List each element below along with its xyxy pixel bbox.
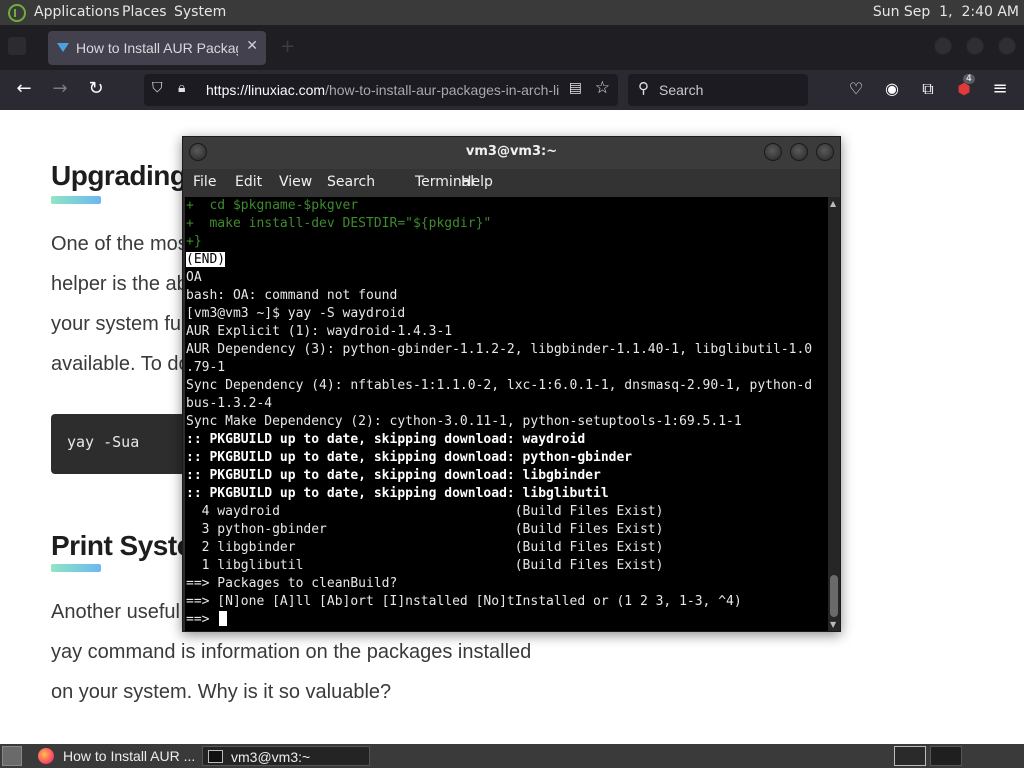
- forward-arrow-icon[interactable]: →: [48, 78, 72, 100]
- menu-search[interactable]: Search: [327, 174, 375, 190]
- tab-list-icon[interactable]: [8, 37, 26, 55]
- terminal-menu-bar: File Edit View Search Terminal Help: [183, 169, 840, 197]
- clock[interactable]: Sun Sep 1, 2:40 AM: [873, 4, 1019, 20]
- tab-title: How to Install AUR Packages in Arch Linu…: [76, 40, 238, 56]
- menu-file[interactable]: File: [193, 174, 216, 190]
- close-window-button[interactable]: [998, 37, 1016, 55]
- bottom-panel: How to Install AUR ... vm3@vm3:~: [0, 744, 1024, 768]
- places-menu[interactable]: Places: [122, 4, 167, 20]
- search-icon: ⚲: [638, 80, 649, 97]
- ublock-badge: 4: [963, 74, 975, 84]
- terminal-window[interactable]: vm3@vm3:~ File Edit View Search Terminal…: [182, 136, 841, 632]
- terminal-line: bus-1.3.2-4: [186, 396, 273, 411]
- account-icon[interactable]: ◉: [880, 78, 904, 100]
- terminal-line: OA: [186, 270, 202, 285]
- code-text[interactable]: yay -Sua: [67, 433, 139, 451]
- new-tab-icon[interactable]: +: [280, 36, 295, 57]
- terminal-line: :: PKGBUILD up to date, skipping downloa…: [186, 486, 609, 501]
- distro-logo-icon[interactable]: [8, 4, 26, 22]
- terminal-line: ==> [N]one [A]ll [Ab]ort [I]nstalled [No…: [186, 594, 742, 609]
- show-desktop-button[interactable]: [2, 746, 22, 766]
- maximize-window-button[interactable]: [966, 37, 984, 55]
- terminal-line: :: PKGBUILD up to date, skipping downloa…: [186, 450, 633, 465]
- lock-icon[interactable]: 🔒︎: [178, 80, 185, 96]
- terminal-title-bar[interactable]: vm3@vm3:~: [183, 137, 840, 169]
- terminal-line: 2 libgbinder (Build Files Exist): [186, 540, 664, 555]
- terminal-line: (END): [186, 252, 226, 267]
- terminal-window-menu-button[interactable]: [189, 143, 207, 161]
- system-menu[interactable]: System: [174, 4, 226, 20]
- browser-tab-bar: How to Install AUR Packages in Arch Linu…: [0, 25, 1024, 70]
- back-arrow-icon[interactable]: ←: [12, 78, 36, 100]
- terminal-output[interactable]: + cd $pkgname-$pkgver + make install-dev …: [185, 197, 828, 631]
- terminal-line: AUR Dependency (3): python-gbinder-1.1.2…: [186, 342, 813, 357]
- browser-nav-bar: ← → ↻ ⛉ 🔒︎ https://linuxiac.com/how-to-i…: [0, 70, 1024, 110]
- taskbar-terminal-label: vm3@vm3:~: [231, 749, 311, 765]
- terminal-line: Sync Dependency (4): nftables-1:1.1.0-2,…: [186, 378, 813, 393]
- terminal-minimize-button[interactable]: [764, 143, 782, 161]
- workspace-switcher-2[interactable]: [930, 746, 962, 766]
- terminal-line: Sync Make Dependency (2): cython-3.0.11-…: [186, 414, 742, 429]
- taskbar-terminal[interactable]: vm3@vm3:~: [202, 746, 370, 766]
- url-bar[interactable]: ⛉ 🔒︎ https://linuxiac.com/how-to-install…: [144, 74, 618, 106]
- taskbar-firefox-label: How to Install AUR ...: [63, 748, 196, 764]
- terminal-line: + make install-dev DESTDIR="${pkgdir}": [186, 216, 492, 231]
- reader-view-icon[interactable]: ▤: [569, 80, 582, 96]
- site-favicon-icon: [57, 43, 69, 52]
- pocket-icon[interactable]: ♡: [844, 78, 868, 100]
- text-cursor: [219, 611, 228, 626]
- heading-accent-bar: [51, 196, 101, 204]
- terminal-line: 4 waydroid (Build Files Exist): [186, 504, 664, 519]
- search-input[interactable]: ⚲ Search: [628, 74, 808, 106]
- terminal-line: +}: [186, 234, 202, 249]
- terminal-maximize-button[interactable]: [790, 143, 808, 161]
- terminal-line: bash: OA: command not found: [186, 288, 398, 303]
- terminal-line: ==>: [186, 611, 228, 629]
- terminal-line: ==> Packages to cleanBuild?: [186, 576, 398, 591]
- terminal-icon: [208, 750, 223, 763]
- scrollbar-thumb[interactable]: [830, 575, 838, 617]
- terminal-line: 3 python-gbinder (Build Files Exist): [186, 522, 664, 537]
- scroll-up-icon[interactable]: ▲: [830, 199, 836, 208]
- terminal-line: 1 libglibutil (Build Files Exist): [186, 558, 664, 573]
- close-tab-icon[interactable]: ✕: [246, 38, 258, 54]
- tracking-protection-icon[interactable]: ⛉: [152, 80, 163, 96]
- reload-icon[interactable]: ↻: [84, 78, 108, 100]
- terminal-line: :: PKGBUILD up to date, skipping downloa…: [186, 468, 601, 483]
- terminal-line: .79-1: [186, 360, 226, 375]
- terminal-scrollbar[interactable]: ▲ ▼: [828, 197, 840, 631]
- menu-help[interactable]: Help: [461, 174, 493, 190]
- applications-menu[interactable]: Applications: [34, 4, 120, 20]
- menu-view[interactable]: View: [279, 174, 312, 190]
- bookmark-star-icon[interactable]: ☆: [595, 78, 610, 98]
- top-panel: Applications Places System Sun Sep 1, 2:…: [0, 0, 1024, 25]
- terminal-close-button[interactable]: [816, 143, 834, 161]
- terminal-line: [vm3@vm3 ~]$ yay -S waydroid: [186, 306, 406, 321]
- url-text[interactable]: https://linuxiac.com/how-to-install-aur-…: [206, 82, 560, 98]
- terminal-line: + cd $pkgname-$pkgver: [186, 198, 359, 213]
- menu-edit[interactable]: Edit: [235, 174, 262, 190]
- taskbar-firefox[interactable]: How to Install AUR ...: [34, 746, 200, 766]
- minimize-window-button[interactable]: [934, 37, 952, 55]
- tab-aur-packages[interactable]: How to Install AUR Packages in Arch Linu…: [48, 31, 266, 65]
- terminal-line: :: PKGBUILD up to date, skipping downloa…: [186, 432, 586, 447]
- hamburger-menu-icon[interactable]: ≡: [988, 78, 1012, 100]
- scroll-down-icon[interactable]: ▼: [830, 620, 836, 629]
- firefox-icon: [38, 748, 54, 764]
- terminal-title: vm3@vm3:~: [465, 144, 558, 159]
- workspace-switcher-1[interactable]: [894, 746, 926, 766]
- terminal-line: AUR Explicit (1): waydroid-1.4.3-1: [186, 324, 453, 339]
- extensions-icon[interactable]: ⧉: [916, 78, 940, 100]
- heading-accent-bar: [51, 564, 101, 572]
